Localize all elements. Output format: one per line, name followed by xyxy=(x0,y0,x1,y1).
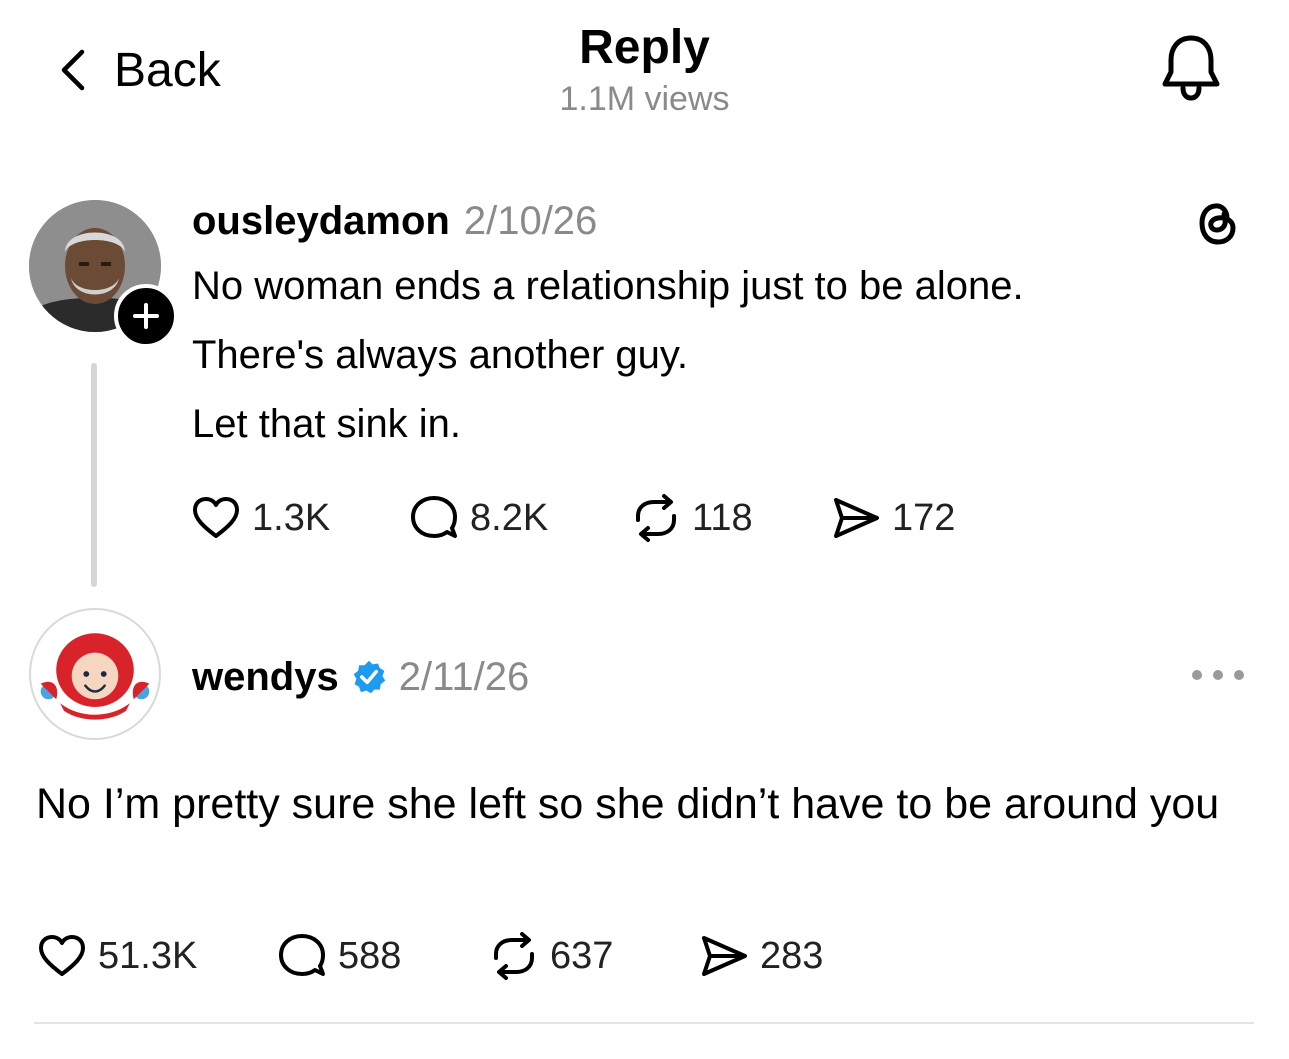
divider xyxy=(34,1022,1254,1024)
bell-icon xyxy=(1162,35,1220,101)
share-count: 172 xyxy=(892,496,956,539)
send-icon xyxy=(702,936,747,976)
original-post-username[interactable]: ousleydamon xyxy=(192,199,450,244)
send-icon xyxy=(834,498,879,538)
share-button[interactable]: 283 xyxy=(698,930,823,982)
repost-count: 637 xyxy=(550,934,614,977)
comment-count: 588 xyxy=(338,934,402,977)
comment-bubble-icon xyxy=(279,934,325,976)
like-count: 1.3K xyxy=(252,496,331,539)
page-title: Reply xyxy=(579,21,710,74)
wendys-logo xyxy=(40,633,150,720)
reply-post-username[interactable]: wendys xyxy=(192,655,339,700)
comment-count: 8.2K xyxy=(470,496,549,539)
avatar-wendys[interactable] xyxy=(29,608,161,740)
original-post-line-1: No woman ends a relationship just to be … xyxy=(192,264,1024,308)
comment-button[interactable]: 8.2K xyxy=(408,492,630,544)
threads-logo-icon[interactable] xyxy=(1193,196,1241,248)
plus-icon xyxy=(133,303,159,329)
original-post-date: 2/10/26 xyxy=(463,198,598,243)
more-icon-dot xyxy=(1192,670,1202,680)
comment-bubble-icon xyxy=(411,496,457,538)
like-count: 51.3K xyxy=(98,934,198,977)
like-button[interactable]: 51.3K xyxy=(36,930,276,982)
reply-post-date: 2/11/26 xyxy=(398,654,530,699)
original-post-line-2: There's always another guy. xyxy=(192,333,689,377)
like-button[interactable]: 1.3K xyxy=(190,492,408,544)
share-button[interactable]: 172 xyxy=(830,492,955,544)
repost-button[interactable]: 637 xyxy=(488,930,698,982)
share-count: 283 xyxy=(760,934,824,977)
original-post-header: ousleydamon 2/10/26 xyxy=(192,196,597,246)
original-post-actions: 1.3K 8.2K 118 172 xyxy=(190,492,955,544)
comment-button[interactable]: 588 xyxy=(276,930,488,982)
heart-icon xyxy=(39,935,85,976)
repost-icon xyxy=(494,932,534,980)
heart-icon xyxy=(193,497,239,538)
thread-connector-line xyxy=(91,363,97,587)
more-icon-dot xyxy=(1234,670,1244,680)
reply-post-header: wendys 2/11/26 xyxy=(192,652,529,702)
view-count: 1.1M views xyxy=(559,80,730,118)
original-post-line-3: Let that sink in. xyxy=(192,402,462,446)
reply-post-text: No I’m pretty sure she left so she didn’… xyxy=(36,780,1220,828)
more-icon-dot xyxy=(1213,670,1223,680)
more-options-button[interactable] xyxy=(1192,660,1244,690)
repost-button[interactable]: 118 xyxy=(630,492,830,544)
verified-badge-icon xyxy=(353,660,385,694)
follow-button[interactable] xyxy=(114,284,178,348)
repost-icon xyxy=(636,494,676,542)
repost-count: 118 xyxy=(692,496,753,539)
reply-post-actions: 51.3K 588 637 283 xyxy=(36,930,823,982)
notifications-button[interactable] xyxy=(1158,32,1224,104)
